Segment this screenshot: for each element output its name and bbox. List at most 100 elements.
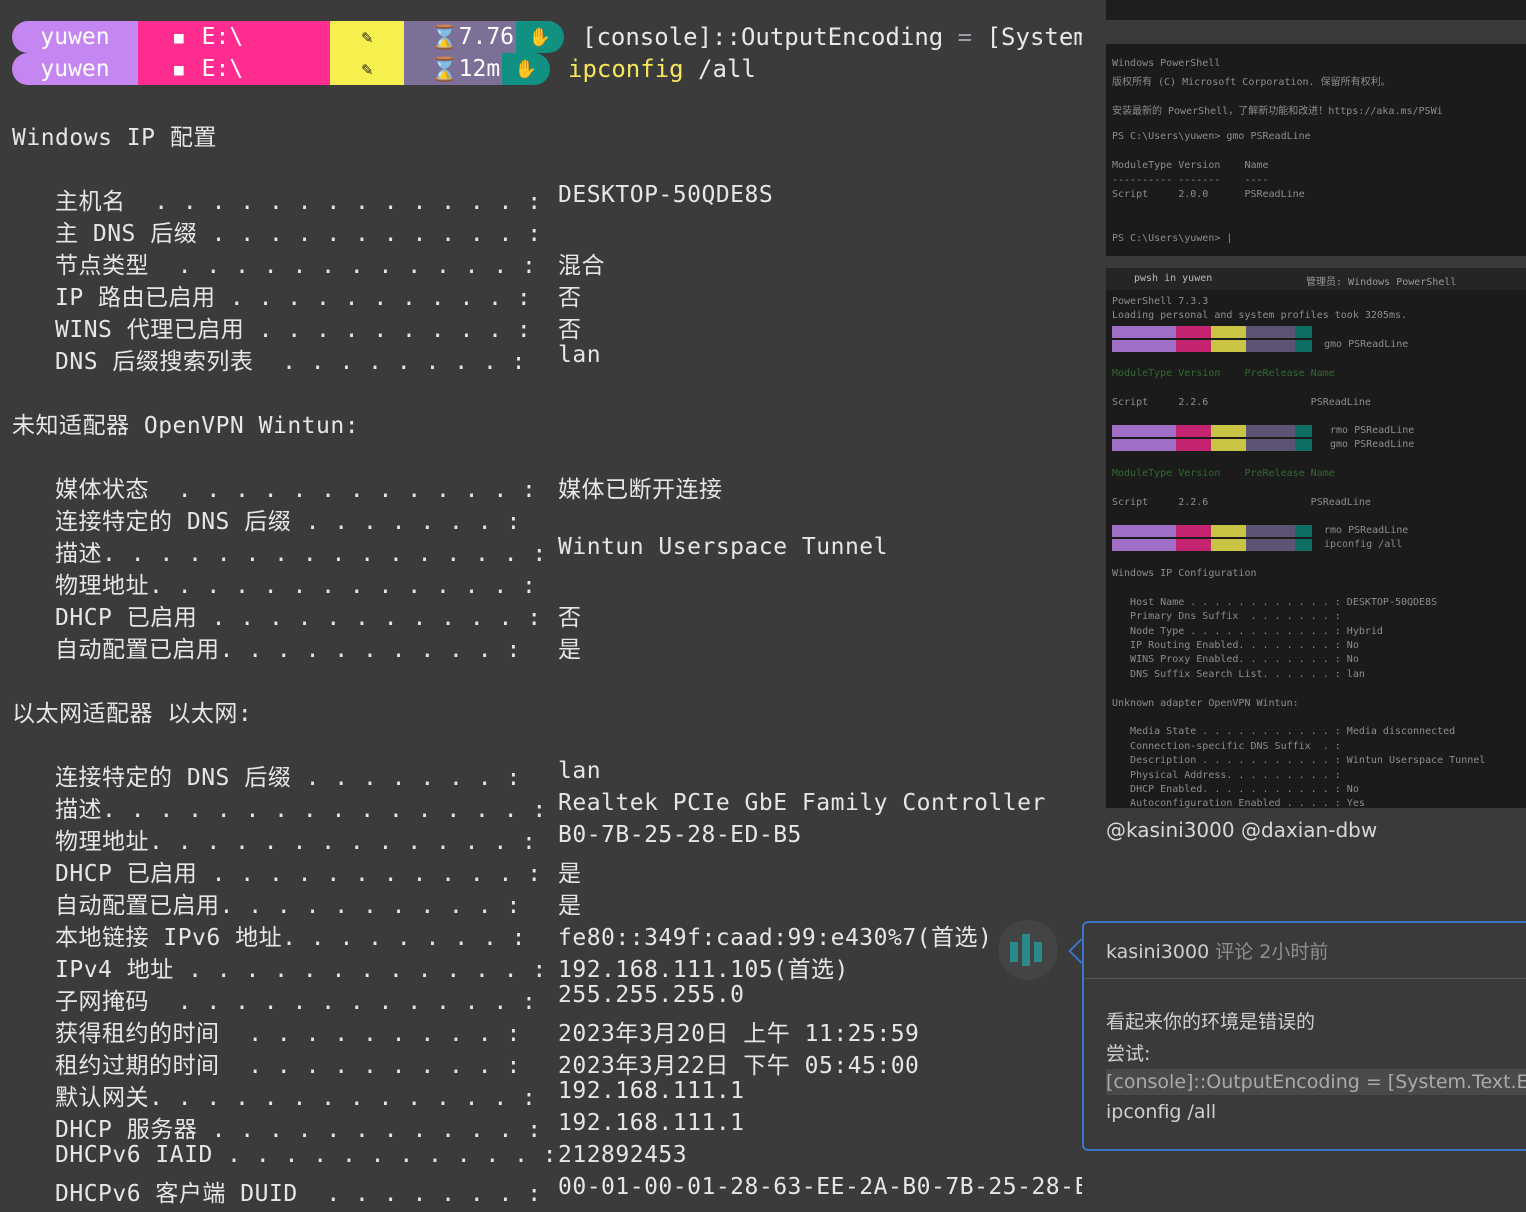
ipconfig-value: 2023年3月20日 上午 11:25:59 — [558, 1021, 920, 1047]
adapter-title: 未知适配器 OpenVPN Wintun: — [12, 413, 360, 439]
command-part: [console]::OutputEncoding — [582, 23, 944, 51]
screenshot-line: Description . . . . . . . . . . . : Wint… — [1112, 755, 1486, 767]
ipconfig-row: 获得租约的时间 . . . . . . . . . : 2023年3月20日 上午… — [55, 1014, 919, 1048]
ipconfig-row: WINS 代理已启用 . . . . . . . . . : 否 — [55, 310, 581, 344]
screenshot-line: ModuleType Version PreRelease Name — [1112, 368, 1335, 379]
ipconfig-key: DHCP 服务器 . . . . . . . . . . . : — [55, 1117, 542, 1143]
prompt-user: yuwen — [40, 24, 110, 50]
screenshot-powershell-5[interactable]: Windows PowerShell 版权所有 (C) Microsoft Cor… — [1106, 44, 1526, 256]
prompt-hand-segment: ✋ — [516, 21, 564, 53]
ipconfig-key: DHCP 已启用 . . . . . . . . . . . : — [55, 861, 542, 887]
screenshot-pwsh-7[interactable]: pwsh in yuwen 管理员: Windows PowerShell Po… — [1106, 268, 1526, 808]
hourglass-icon: ⌛ — [430, 24, 459, 51]
mentions-text[interactable]: @kasini3000 @daxian-dbw — [1106, 818, 1377, 842]
comment-code-line: ipconfig /all — [1106, 1101, 1217, 1123]
comment-text: 尝试: — [1106, 1043, 1151, 1065]
comment-timestamp[interactable]: 评论 2小时前 — [1215, 941, 1328, 963]
screenshot-line: gmo PSReadLine — [1324, 339, 1409, 350]
ipconfig-key: DHCPv6 IAID . . . . . . . . . . . : — [55, 1142, 558, 1168]
command-keyword: ipconfig — [568, 55, 684, 83]
ipconfig-key: 连接特定的 DNS 后缀 . . . . . . . : — [55, 765, 521, 791]
screenshot-line: 安装最新的 PowerShell，了解新功能和改进！https://aka.ms… — [1112, 105, 1443, 117]
ipconfig-row: 本地链接 IPv6 地址. . . . . . . . : fe80::349f:… — [55, 918, 992, 952]
ipconfig-key: 自动配置已启用. . . . . . . . . . : — [55, 637, 521, 663]
ipconfig-key: 租约过期的时间 . . . . . . . . . : — [55, 1053, 521, 1079]
screenshot-line: WINS Proxy Enabled. . . . . . . . : No — [1112, 654, 1359, 666]
screenshot-line: DHCP Enabled. . . . . . . . . . . : No — [1112, 784, 1359, 795]
mini-prompt — [1112, 525, 1312, 537]
ipconfig-value: 媒体已断开连接 — [558, 477, 723, 503]
ipconfig-key: DHCPv6 客户端 DUID . . . . . . . : — [55, 1181, 542, 1207]
commenter-avatar[interactable] — [998, 920, 1058, 980]
ipconfig-key: 获得租约的时间 . . . . . . . . . : — [55, 1021, 521, 1047]
screenshot-line: Autoconfiguration Enabled . . . . : Yes — [1112, 798, 1365, 808]
screenshot-line: PS C:\Users\yuwen> | — [1112, 233, 1233, 245]
ipconfig-row: 物理地址. . . . . . . . . . . . . : — [55, 566, 536, 600]
comment-author-link[interactable]: kasini3000 — [1106, 941, 1209, 963]
ipconfig-row: DNS 后缀搜索列表 . . . . . . . . : lan — [55, 342, 601, 376]
prompt-dir-segment: ■ E:\ — [138, 21, 330, 53]
ipconfig-value: 否 — [558, 285, 582, 311]
ipconfig-key: 主 DNS 后缀 . . . . . . . . . . . : — [55, 221, 542, 247]
prompt-line-2: yuwen ■ E:\ ✎ ⌛ 12ms ✋ ipconfig /all — [12, 53, 756, 85]
ipconfig-row: DHCP 服务器 . . . . . . . . . . . : 192.168.… — [55, 1110, 744, 1144]
comment-card: kasini3000 评论 2小时前 看起来你的环境是错误的 尝试: [cons… — [1082, 921, 1526, 1151]
ipconfig-key: IPv4 地址 . . . . . . . . . . . . : — [55, 957, 547, 983]
ipconfig-key: 物理地址. . . . . . . . . . . . . : — [55, 829, 537, 855]
screenshot-line: Windows PowerShell — [1112, 58, 1221, 69]
screenshot-line: ModuleType Version PreRelease Name — [1112, 468, 1335, 479]
ipconfig-row: DHCP 已启用 . . . . . . . . . . . : 否 — [55, 598, 581, 632]
screenshot-line: Script 2.2.6 PSReadLine — [1112, 397, 1371, 408]
wrench-icon: ✎ — [361, 58, 373, 80]
mini-prompt — [1112, 539, 1312, 551]
ipconfig-row: 自动配置已启用. . . . . . . . . . : 是 — [55, 886, 581, 920]
ipconfig-row: 自动配置已启用. . . . . . . . . . : 是 — [55, 630, 581, 664]
screenshot-line: PowerShell 7.3.3 — [1112, 296, 1209, 307]
ipconfig-key: 主机名 . . . . . . . . . . . . . : — [55, 189, 542, 215]
prompt-time-segment: ⌛ 7.76s — [404, 21, 528, 53]
ipconfig-value: lan — [558, 758, 602, 784]
ipconfig-value: 2023年3月22日 下午 05:45:00 — [558, 1053, 920, 1079]
screenshot-line: ipconfig /all — [1324, 539, 1403, 550]
folder-icon: ■ — [174, 59, 184, 79]
ipconfig-row: 子网掩码 . . . . . . . . . . . . : 255.255.25… — [55, 982, 744, 1016]
screenshot-line: rmo PSReadLine — [1330, 425, 1415, 436]
screenshot-line: DNS Suffix Search List. . . . . . : lan — [1112, 668, 1365, 680]
ipconfig-row: IPv4 地址 . . . . . . . . . . . . : 192.168… — [55, 950, 848, 984]
mini-prompt — [1112, 425, 1312, 437]
screenshot-line: Host Name . . . . . . . . . . . . : DESK… — [1112, 596, 1438, 608]
divider — [1084, 978, 1526, 979]
prompt-user-segment: yuwen — [12, 21, 138, 53]
ipconfig-key: WINS 代理已启用 . . . . . . . . . : — [55, 317, 532, 343]
ipconfig-row: 主 DNS 后缀 . . . . . . . . . . . : — [55, 214, 542, 248]
ipconfig-value: 是 — [558, 861, 582, 887]
ipconfig-row: 默认网关. . . . . . . . . . . . . : 192.168.1… — [55, 1078, 744, 1112]
prompt-user-segment: yuwen — [12, 53, 138, 85]
ipconfig-value: 混合 — [558, 253, 605, 279]
ipconfig-key: 自动配置已启用. . . . . . . . . . : — [55, 893, 521, 919]
ipconfig-value: lan — [558, 342, 602, 368]
screenshot-line: Script 2.2.6 PSReadLine — [1112, 497, 1371, 508]
ipconfig-key: 连接特定的 DNS 后缀 . . . . . . . : — [55, 509, 521, 535]
screenshot-line: Node Type . . . . . . . . . . . . : Hybr… — [1112, 625, 1383, 637]
ipconfig-row: 描述. . . . . . . . . . . . . . . : Wintun … — [55, 534, 888, 568]
screenshot-line: Physical Address. . . . . . . . . : — [1112, 769, 1341, 781]
comment-code-line: [console]::OutputEncoding = [System.Text… — [1106, 1069, 1526, 1095]
screenshot-line: gmo PSReadLine — [1330, 439, 1415, 450]
prompt-dir: E:\ — [201, 24, 244, 50]
ipconfig-header: Windows IP 配置 — [12, 125, 217, 151]
prompt-hand-segment: ✋ — [502, 53, 550, 85]
screenshot-line: Connection-specific DNS Suffix . : — [1112, 740, 1341, 752]
hand-icon: ✋ — [514, 58, 538, 80]
comment-header: kasini3000 评论 2小时前 — [1106, 937, 1328, 964]
ipconfig-value: 212892453 — [558, 1142, 688, 1168]
ipconfig-key: 本地链接 IPv6 地址. . . . . . . . : — [55, 925, 526, 951]
ipconfig-key: 节点类型 . . . . . . . . . . . . : — [55, 253, 537, 279]
ipconfig-row: 物理地址. . . . . . . . . . . . . : B0-7B-25-… — [55, 822, 801, 856]
ipconfig-row: DHCPv6 客户端 DUID . . . . . . . : 00-01-00-… — [55, 1174, 1146, 1208]
wrench-icon: ✎ — [361, 26, 373, 48]
screenshot-line: rmo PSReadLine — [1324, 525, 1409, 536]
mini-prompt — [1112, 326, 1312, 338]
screenshot-line: Loading personal and system profiles too… — [1112, 310, 1408, 321]
screenshot-line: Primary Dns Suffix . . . . . . . : — [1112, 611, 1341, 623]
